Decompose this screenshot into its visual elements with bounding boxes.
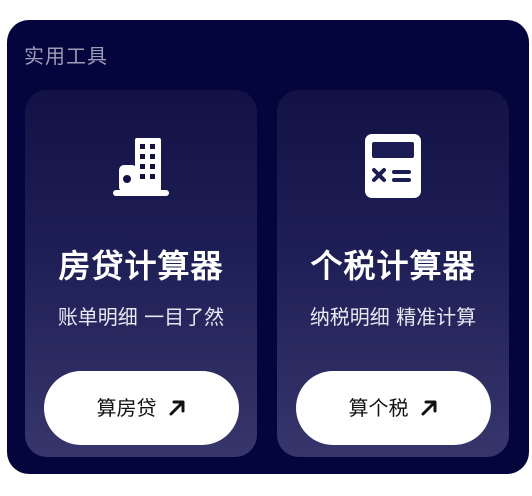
mortgage-card-subtitle: 账单明细 一目了然 xyxy=(57,305,225,329)
calculate-income-tax-label: 算个税 xyxy=(348,396,409,420)
income-tax-calculator-card[interactable]: 个税计算器 纳税明细 精准计算 算个税 xyxy=(277,90,509,457)
section-title: 实用工具 xyxy=(24,44,108,68)
calculate-mortgage-label: 算房贷 xyxy=(96,396,157,420)
calculate-income-tax-button[interactable]: 算个税 xyxy=(296,371,491,445)
income-tax-card-title: 个税计算器 xyxy=(310,247,476,285)
income-tax-card-subtitle: 纳税明细 精准计算 xyxy=(309,305,477,329)
arrow-up-right-icon xyxy=(169,400,184,416)
calculate-mortgage-button[interactable]: 算房贷 xyxy=(44,371,239,445)
mortgage-calculator-card[interactable]: 房贷计算器 账单明细 一目了然 算房贷 xyxy=(25,90,257,457)
arrow-up-right-icon xyxy=(421,400,436,416)
building-icon xyxy=(113,138,169,196)
calculator-icon xyxy=(365,134,421,198)
tools-panel: 实用工具 房贷计算器 账单明细 一目了然 算房贷 个税计算器 纳税明细 精准计算… xyxy=(7,20,529,474)
mortgage-card-title: 房贷计算器 xyxy=(58,247,224,285)
